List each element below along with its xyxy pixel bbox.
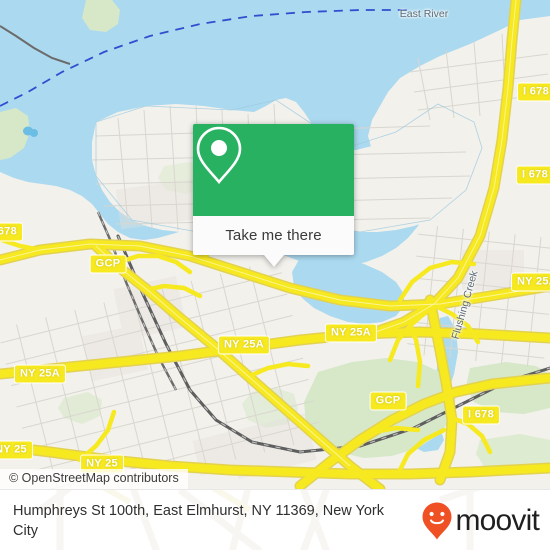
shield-gcp-left[interactable]: GCP <box>89 254 127 274</box>
map-canvas[interactable]: East River Flushing Creek I 678 I 678 NY… <box>0 0 550 489</box>
take-me-there-label: Take me there <box>225 227 322 244</box>
footer-bar: Humphreys St 100th, East Elmhurst, NY 11… <box>0 489 550 550</box>
popup-action-area[interactable]: Take me there <box>193 216 354 267</box>
map-pin-icon <box>196 126 242 185</box>
shield-ny25a-center[interactable]: NY 25A <box>324 323 378 343</box>
shield-i678-upper[interactable]: I 678 <box>516 165 550 185</box>
shield-i678-lower[interactable]: I 678 <box>462 405 500 425</box>
water-pond-left-2 <box>30 129 38 137</box>
osm-attribution[interactable]: © OpenStreetMap contributors <box>0 469 188 489</box>
shield-ny25-farleft[interactable]: NY 25 <box>0 440 33 460</box>
popup-pointer-tail <box>263 255 284 267</box>
moovit-wordmark: moovit <box>455 503 539 537</box>
shield-i678-top[interactable]: I 678 <box>517 82 550 102</box>
map-label-east-river: East River <box>399 8 449 20</box>
shield-ny25a-mid[interactable]: NY 25A <box>217 335 271 355</box>
shield-ny25a-left[interactable]: NY 25A <box>13 364 67 384</box>
moovit-map-screenshot: East River Flushing Creek I 678 I 678 NY… <box>0 0 550 550</box>
moovit-smiley-pin-icon <box>422 502 452 539</box>
shield-ny25a-right[interactable]: NY 25A <box>510 272 550 292</box>
location-address: Humphreys St 100th, East Elmhurst, NY 11… <box>13 502 385 539</box>
shield-i678-edge[interactable]: I 678 <box>0 222 23 242</box>
popup-icon-area <box>193 124 354 216</box>
shield-gcp-right[interactable]: GCP <box>369 391 407 411</box>
destination-popup[interactable]: Take me there <box>193 124 354 267</box>
moovit-brand[interactable]: moovit <box>422 502 540 540</box>
